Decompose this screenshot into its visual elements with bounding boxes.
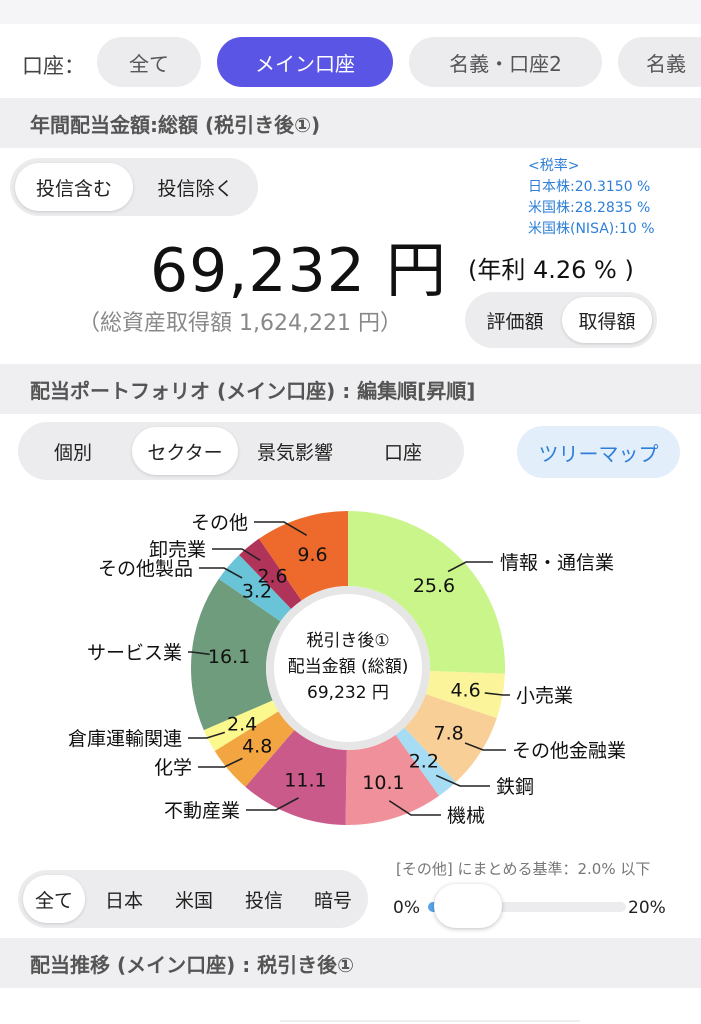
view-tab-business-cycle[interactable]: 景気影響 [240, 427, 350, 475]
annual-dividend-header: 年間配当金額:総額 (税引き後①) [0, 98, 701, 148]
portfolio-header: 配当ポートフォリオ (メイン口座) : 編集順[昇順] [0, 364, 701, 414]
account-filter-label: 口座： [22, 54, 85, 78]
slice-value-label: 7.8 [434, 722, 464, 744]
others-threshold-note: [その他] にまとめる基準：2.0% 以下 [396, 860, 651, 878]
slice-value-label: 10.1 [362, 772, 404, 794]
slider-thumb[interactable] [433, 884, 502, 928]
slice-value-label: 16.1 [208, 646, 250, 668]
basis-valuation-option[interactable]: 評価額 [470, 297, 560, 343]
region-tab-japan[interactable]: 日本 [92, 875, 156, 923]
slice-category-label: 化学 [154, 757, 192, 779]
center-text-amount: 69,232 円 [307, 683, 389, 703]
basis-acquisition-option[interactable]: 取得額 [562, 297, 652, 343]
account-chip-main[interactable]: メイン口座 [217, 37, 393, 87]
region-tab-funds[interactable]: 投信 [232, 875, 296, 923]
slice-category-label: その他 [191, 512, 248, 534]
slice-category-label: 情報・通信業 [500, 552, 614, 574]
slice-category-label: 鉄鋼 [496, 776, 534, 798]
view-tab-individual[interactable]: 個別 [23, 427, 123, 475]
slice-category-label: 不動産業 [164, 800, 240, 822]
slice-value-label: 9.6 [297, 544, 327, 566]
dividend-trend-header: 配当推移 (メイン口座) : 税引き後① [0, 938, 701, 988]
slider-min-label: 0% [393, 898, 420, 918]
region-tab-us[interactable]: 米国 [162, 875, 226, 923]
slice-value-label: 25.6 [413, 575, 455, 597]
divider [280, 1020, 580, 1022]
slice-value-label: 2.6 [257, 565, 287, 587]
slice-value-label: 2.4 [227, 713, 257, 735]
exclude-funds-option[interactable]: 投信除く [138, 163, 253, 211]
slider-max-label: 20% [628, 898, 666, 918]
treemap-button[interactable]: ツリーマップ [517, 426, 680, 478]
tax-rate-japan: 日本株:20.3150 % [528, 179, 651, 195]
slice-category-label: 倉庫運輸関連 [68, 728, 182, 750]
annual-dividend-amount: 69,232 円 [150, 236, 448, 306]
include-funds-option[interactable]: 投信含む [15, 163, 133, 211]
slice-value-label: 2.2 [409, 750, 439, 772]
sector-donut-chart: 25.64.67.82.210.111.14.82.416.13.22.69.6… [68, 511, 626, 827]
account-chip-holder[interactable]: 名義 [618, 37, 701, 87]
slice-category-label: 卸売業 [149, 539, 206, 561]
portfolio-view-tabs: 個別 セクター 景気影響 口座 [18, 422, 464, 480]
top-strip [0, 0, 701, 24]
account-chip-all[interactable]: 全て [97, 37, 201, 87]
slice-category-label: その他製品 [98, 558, 193, 580]
others-threshold-slider[interactable] [428, 884, 626, 928]
slice-category-label: その他金融業 [512, 740, 626, 762]
account-chip-holder2[interactable]: 名義・口座2 [409, 37, 602, 87]
tax-rate-title: <税率> [528, 158, 580, 174]
fund-toggle: 投信含む 投信除く [10, 158, 258, 216]
view-tab-sector[interactable]: セクター [132, 427, 238, 475]
slice-category-label: 機械 [447, 805, 485, 827]
slice-value-label: 11.1 [284, 770, 326, 792]
tax-rate-note: <税率> 日本株:20.3150 % 米国株:28.2835 % 米国株(NIS… [528, 156, 655, 240]
account-filter-bar: 口座： 全て メイン口座 名義・口座2 名義 [0, 28, 701, 98]
tax-rate-us-nisa: 米国株(NISA):10 % [528, 221, 655, 237]
basis-toggle: 評価額 取得額 [465, 292, 657, 348]
region-tab-all[interactable]: 全て [23, 875, 85, 923]
center-text-tax: 税引き後① [306, 631, 389, 651]
region-tab-crypto[interactable]: 暗号 [302, 875, 364, 923]
center-text-title: 配当金額 (総額) [288, 657, 409, 677]
slice-category-label: 小売業 [516, 685, 573, 707]
slice-value-label: 4.8 [242, 736, 272, 758]
region-filter-tabs: 全て 日本 米国 投信 暗号 [18, 870, 368, 928]
tax-rate-us: 米国株:28.2835 % [528, 200, 651, 216]
slice-value-label: 4.6 [450, 679, 480, 701]
view-tab-account[interactable]: 口座 [353, 427, 453, 475]
total-acquisition-cost: （総資産取得額 1,624,221 円） [78, 311, 402, 336]
slice-category-label: サービス業 [87, 642, 182, 664]
annual-yield: (年利 4.26 % ) [468, 256, 634, 284]
